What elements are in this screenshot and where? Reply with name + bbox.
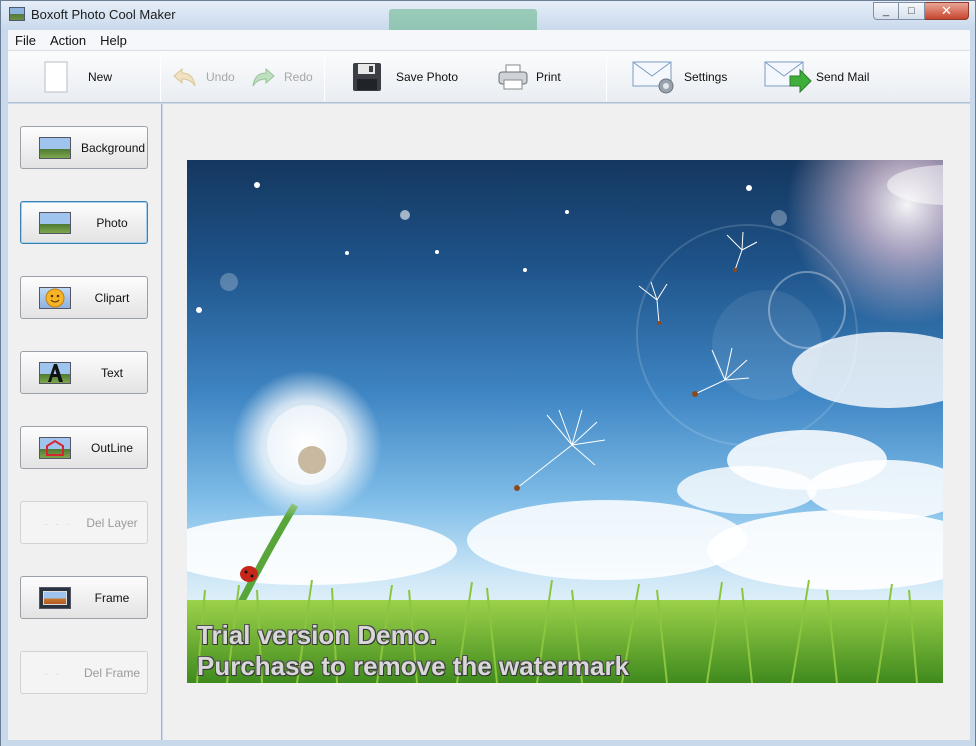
send-mail-label: Send Mail: [816, 70, 870, 84]
del-layer-label: Del Layer: [86, 516, 138, 530]
minimize-button[interactable]: _: [873, 2, 899, 20]
photo-label: Photo: [96, 216, 128, 230]
canvas-area: Trial version Demo. Purchase to remove t…: [163, 104, 970, 740]
outline-label: OutLine: [90, 441, 134, 455]
del-frame-button[interactable]: · · Del Frame: [20, 651, 148, 694]
save-photo-label: Save Photo: [396, 70, 459, 84]
smiley-icon: [39, 287, 71, 309]
undo-button[interactable]: Undo: [172, 59, 235, 95]
placeholder-icon: · · ·: [45, 520, 73, 529]
close-button[interactable]: ✕: [925, 2, 969, 20]
watermark-line-1: Trial version Demo.: [197, 620, 437, 650]
new-button[interactable]: New: [44, 59, 112, 95]
floppy-disk-icon: [353, 63, 381, 91]
frame-icon: [39, 587, 71, 609]
window-bottom-border: [1, 740, 975, 746]
redo-button[interactable]: Redo: [250, 59, 313, 95]
text-button[interactable]: Text: [20, 351, 148, 394]
frame-label: Frame: [94, 591, 130, 605]
save-photo-button[interactable]: Save Photo: [352, 59, 458, 95]
new-label: New: [88, 70, 113, 84]
background-label: Background: [81, 141, 146, 155]
del-layer-button[interactable]: · · · Del Layer: [20, 501, 148, 544]
maximize-button[interactable]: □: [899, 2, 925, 20]
new-document-icon: [44, 61, 68, 93]
outline-shape-icon: [39, 437, 71, 459]
dandelion-photo: [187, 160, 943, 683]
outline-button[interactable]: OutLine: [20, 426, 148, 469]
mail-settings-icon: [632, 61, 674, 94]
del-frame-label: Del Frame: [83, 666, 140, 680]
text-label: Text: [100, 366, 123, 380]
watermark-line-2: Purchase to remove the watermark: [197, 651, 630, 681]
app-window: Boxoft Photo Cool Maker _ □ ✕ File Actio…: [0, 0, 976, 746]
frame-button[interactable]: Frame: [20, 576, 148, 619]
send-mail-button[interactable]: Send Mail: [764, 59, 869, 95]
background-button[interactable]: Background: [20, 126, 148, 169]
toolbar-separator: [160, 55, 161, 101]
menu-help[interactable]: Help: [93, 33, 134, 48]
clipart-button[interactable]: Clipart: [20, 276, 148, 319]
undo-label: Undo: [206, 70, 235, 84]
tools-panel: Background Photo Clipart Text OutLine · …: [8, 104, 162, 740]
landscape-icon: [39, 212, 71, 234]
title-bar: Boxoft Photo Cool Maker _ □ ✕: [1, 1, 975, 30]
toolbar: New Undo Redo Save Photo Print Settings …: [8, 51, 970, 103]
printer-icon: [498, 64, 528, 90]
app-icon: [9, 7, 25, 21]
settings-button[interactable]: Settings: [632, 59, 727, 95]
menu-action[interactable]: Action: [43, 33, 93, 48]
menu-file[interactable]: File: [8, 33, 43, 48]
toolbar-separator: [324, 55, 325, 101]
menu-bar: File Action Help: [8, 30, 970, 51]
background-window-tab: [389, 9, 537, 30]
settings-label: Settings: [684, 70, 728, 84]
photo-button[interactable]: Photo: [20, 201, 148, 244]
letter-a-icon: [39, 362, 71, 384]
send-mail-icon: [764, 61, 812, 94]
redo-arrow-icon: [252, 67, 275, 87]
toolbar-separator: [606, 55, 607, 101]
print-button[interactable]: Print: [498, 59, 561, 95]
redo-label: Redo: [284, 70, 313, 84]
photo-canvas[interactable]: Trial version Demo. Purchase to remove t…: [187, 160, 943, 683]
undo-arrow-icon: [173, 67, 196, 87]
window-title: Boxoft Photo Cool Maker: [31, 7, 176, 22]
caption-buttons: _ □ ✕: [873, 2, 969, 20]
print-label: Print: [536, 70, 561, 84]
placeholder-icon: · ·: [45, 670, 62, 679]
landscape-icon: [39, 137, 71, 159]
clipart-label: Clipart: [94, 291, 130, 305]
